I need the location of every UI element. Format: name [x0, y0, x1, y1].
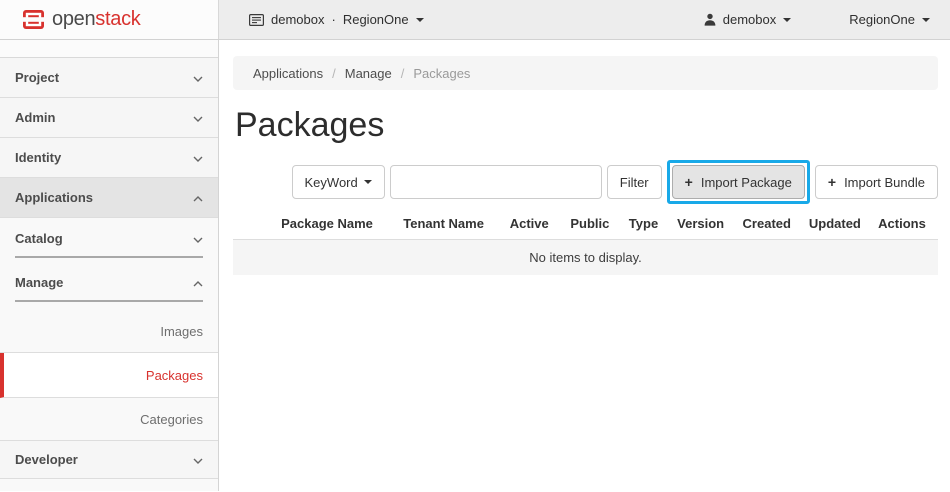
sidebar-item-applications[interactable]: Applications: [0, 178, 218, 218]
plus-icon: +: [828, 174, 836, 190]
section-underline: [15, 300, 203, 302]
chevron-down-icon: [193, 452, 203, 467]
search-input[interactable]: [390, 165, 602, 199]
table-toolbar: KeyWord Filter + Import Package + Import…: [233, 160, 938, 204]
sidebar-item-label: Admin: [15, 110, 55, 125]
page-title: Packages: [235, 105, 938, 145]
import-package-button[interactable]: + Import Package: [672, 165, 805, 199]
import-bundle-button[interactable]: + Import Bundle: [815, 165, 938, 199]
top-bar: openstack demobox · RegionOne: [0, 0, 950, 40]
top-bar-right: demobox · RegionOne demobox RegionOne: [219, 0, 950, 39]
sidebar-item-catalog[interactable]: Catalog: [0, 218, 218, 258]
openstack-logo[interactable]: openstack: [0, 0, 219, 39]
column-header-actions: Actions: [872, 216, 932, 231]
breadcrumb-separator: /: [401, 66, 405, 81]
chevron-up-icon: [193, 190, 203, 205]
column-header-active: Active: [500, 216, 558, 231]
context-switcher-dropdown[interactable]: demobox · RegionOne: [249, 12, 424, 27]
sidebar-item-identity[interactable]: Identity: [0, 138, 218, 178]
sidebar-item-label: Catalog: [15, 231, 63, 246]
keyword-dropdown-label: KeyWord: [305, 175, 358, 190]
chevron-down-icon: [193, 231, 203, 246]
filter-button[interactable]: Filter: [607, 165, 662, 199]
context-region-label: RegionOne: [343, 12, 409, 27]
column-header-public: Public: [562, 216, 617, 231]
action-highlight-box: + Import Package: [667, 160, 810, 204]
context-separator: ·: [331, 12, 335, 27]
sidebar-item-label: Project: [15, 70, 59, 85]
empty-table-message: No items to display.: [233, 239, 938, 275]
column-header-package-name: Package Name: [267, 216, 387, 231]
sidebar-item-label: Developer: [15, 452, 78, 467]
chevron-down-icon: [922, 18, 930, 26]
domain-icon: [249, 14, 264, 26]
sidebar-item-label: Manage: [15, 275, 63, 290]
chevron-down-icon: [364, 180, 372, 188]
page-layout: Project Admin Identity Applications Cata…: [0, 40, 950, 491]
sidebar-item-label: Packages: [146, 368, 203, 383]
breadcrumb-manage[interactable]: Manage: [345, 66, 392, 81]
chevron-down-icon: [416, 18, 424, 26]
brand-wordmark: openstack: [52, 8, 140, 31]
keyword-dropdown[interactable]: KeyWord: [292, 165, 385, 199]
sidebar-item-admin[interactable]: Admin: [0, 98, 218, 138]
sidebar-item-manage[interactable]: Manage: [0, 258, 218, 302]
column-header-version: Version: [670, 216, 732, 231]
context-project-label: demobox: [271, 12, 324, 27]
column-header-tenant-name: Tenant Name: [391, 216, 496, 231]
region-menu-label: RegionOne: [849, 12, 915, 27]
user-icon: [704, 13, 716, 26]
packages-table-header: Package Name Tenant Name Active Public T…: [233, 216, 938, 231]
sidebar-item-label: Applications: [15, 190, 93, 205]
chevron-down-icon: [193, 110, 203, 125]
sidebar-item-project[interactable]: Project: [0, 58, 218, 98]
empty-message-text: No items to display.: [529, 250, 641, 265]
breadcrumb-separator: /: [332, 66, 336, 81]
chevron-down-icon: [193, 70, 203, 85]
sidebar-item-packages[interactable]: Packages: [0, 353, 218, 398]
breadcrumb-applications[interactable]: Applications: [253, 66, 323, 81]
column-header-created: Created: [736, 216, 798, 231]
plus-icon: +: [685, 174, 693, 190]
column-header-type: Type: [622, 216, 666, 231]
region-menu-dropdown[interactable]: RegionOne: [849, 12, 930, 27]
user-menu-label: demobox: [723, 12, 776, 27]
sidebar-item-label: Images: [160, 324, 203, 339]
sidebar-nav: Project Admin Identity Applications Cata…: [0, 40, 219, 491]
chevron-down-icon: [783, 18, 791, 26]
breadcrumb-packages: Packages: [413, 66, 470, 81]
chevron-up-icon: [193, 275, 203, 290]
import-bundle-label: Import Bundle: [844, 175, 925, 190]
user-menu-dropdown[interactable]: demobox: [704, 12, 791, 27]
sidebar-item-images[interactable]: Images: [0, 310, 218, 353]
openstack-cube-icon: [22, 9, 45, 30]
chevron-down-icon: [193, 150, 203, 165]
import-package-label: Import Package: [701, 175, 792, 190]
column-header-updated: Updated: [802, 216, 868, 231]
sidebar-top-strip: [0, 40, 218, 58]
breadcrumb: Applications / Manage / Packages: [233, 56, 938, 90]
sidebar-item-categories[interactable]: Categories: [0, 398, 218, 441]
filter-button-label: Filter: [620, 175, 649, 190]
sidebar-item-label: Categories: [140, 412, 203, 427]
sidebar-item-label: Identity: [15, 150, 61, 165]
main-content: Applications / Manage / Packages Package…: [219, 40, 950, 491]
sidebar-item-developer[interactable]: Developer: [0, 441, 218, 479]
